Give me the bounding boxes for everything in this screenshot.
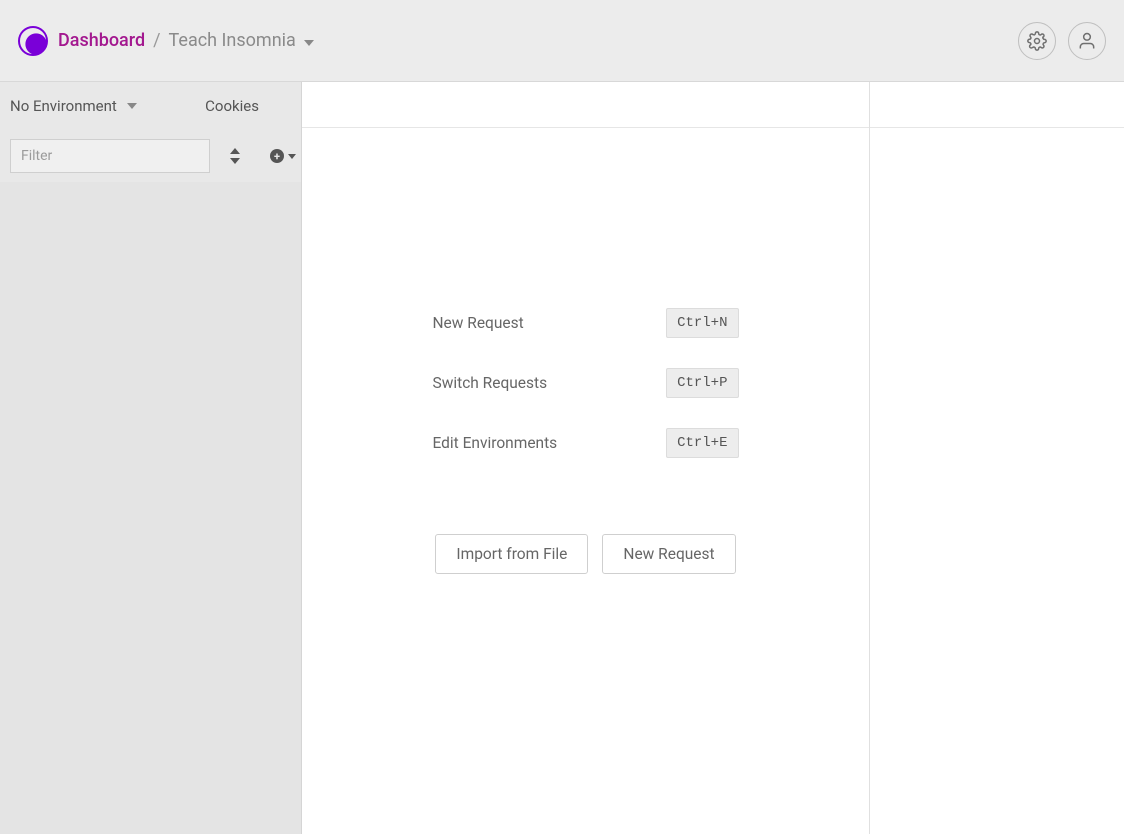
add-request-dropdown[interactable]: + (270, 149, 296, 163)
new-request-button[interactable]: New Request (602, 534, 735, 574)
header-left: Dashboard / Teach Insomnia (18, 26, 314, 56)
shortcut-row-new-request: New Request Ctrl+N (433, 308, 739, 338)
shortcut-key: Ctrl+E (666, 428, 738, 458)
dashboard-link[interactable]: Dashboard (58, 30, 145, 51)
plus-circle-icon: + (270, 149, 284, 163)
project-name-label: Teach Insomnia (169, 30, 296, 51)
environment-label: No Environment (10, 97, 117, 115)
gear-icon (1027, 31, 1047, 51)
user-icon (1077, 31, 1097, 51)
filter-input[interactable] (10, 139, 210, 173)
app-logo-icon (18, 26, 48, 56)
shortcut-label: New Request (433, 314, 524, 332)
sidebar-top-row: No Environment Cookies (0, 82, 301, 130)
response-top-bar (870, 82, 1124, 128)
app-header: Dashboard / Teach Insomnia (0, 0, 1124, 82)
shortcut-key: Ctrl+N (666, 308, 738, 338)
sidebar-filter-row: + (0, 130, 301, 182)
empty-state: New Request Ctrl+N Switch Requests Ctrl+… (302, 128, 869, 834)
environment-dropdown[interactable]: No Environment (10, 97, 137, 115)
sidebar-request-list (0, 182, 301, 834)
main-panel: New Request Ctrl+N Switch Requests Ctrl+… (302, 82, 1124, 834)
header-right (1018, 22, 1106, 60)
settings-button[interactable] (1018, 22, 1056, 60)
account-button[interactable] (1068, 22, 1106, 60)
shortcut-list: New Request Ctrl+N Switch Requests Ctrl+… (433, 308, 739, 458)
request-top-bar (302, 82, 869, 128)
shortcut-label: Switch Requests (433, 374, 548, 392)
chevron-down-icon (127, 103, 137, 109)
shortcut-row-switch-requests: Switch Requests Ctrl+P (433, 368, 739, 398)
cookies-button[interactable]: Cookies (205, 97, 259, 115)
empty-state-buttons: Import from File New Request (435, 534, 735, 574)
chevron-down-icon (288, 154, 296, 159)
shortcut-key: Ctrl+P (666, 368, 738, 398)
import-from-file-button[interactable]: Import from File (435, 534, 588, 574)
sidebar: No Environment Cookies + (0, 82, 302, 834)
response-pane (870, 82, 1124, 834)
chevron-down-icon (304, 40, 314, 46)
project-name-dropdown[interactable]: Teach Insomnia (169, 30, 315, 51)
request-pane: New Request Ctrl+N Switch Requests Ctrl+… (302, 82, 870, 834)
shortcut-label: Edit Environments (433, 434, 558, 452)
breadcrumb: Dashboard / Teach Insomnia (58, 30, 314, 51)
content-area: No Environment Cookies + New Request Ctr… (0, 82, 1124, 834)
breadcrumb-separator: / (153, 30, 160, 51)
shortcut-row-edit-environments: Edit Environments Ctrl+E (433, 428, 739, 458)
